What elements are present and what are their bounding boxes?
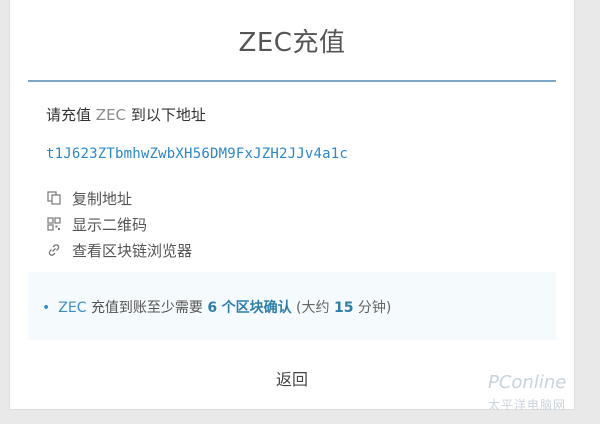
confirm-text: 个区块确认 <box>221 300 292 316</box>
watermark-sub: 太平洋电脑网 <box>488 398 567 412</box>
pconline-watermark: PConline 太平洋电脑网 <box>466 362 600 424</box>
copy-address-button[interactable]: 复制地址 <box>46 186 192 210</box>
show-qrcode-button[interactable]: 显示二维码 <box>46 212 192 236</box>
approx-text: (大约 <box>296 300 330 316</box>
notice-line: • ZEC 充值到账至少需要 6 个区块确认 (大约 15 分钟) <box>42 297 391 317</box>
prompt-prefix: 请充值 <box>46 106 92 124</box>
minutes-value: 15 <box>333 300 354 316</box>
modal-title: ZEC充值 <box>238 28 346 58</box>
copy-address-label: 复制地址 <box>72 189 133 208</box>
prompt-suffix: 到以下地址 <box>130 106 206 124</box>
notice-coin: ZEC <box>58 300 87 316</box>
title-divider <box>28 80 556 82</box>
copy-icon <box>46 190 62 206</box>
confirm-count: 6 <box>207 300 218 316</box>
deposit-prompt: 请充值 ZEC 到以下地址 <box>46 104 206 125</box>
notice-bullet: • <box>42 300 51 316</box>
minutes-unit: 分钟) <box>357 300 392 316</box>
deposit-address[interactable]: t1J623ZTbmhwZwbXH56DM9FxJZH2JJv4a1c <box>46 146 348 162</box>
confirmation-notice: • ZEC 充值到账至少需要 6 个区块确认 (大约 15 分钟) <box>28 272 556 340</box>
qrcode-icon <box>46 216 62 232</box>
prompt-coin: ZEC <box>95 106 127 124</box>
view-explorer-button[interactable]: 查看区块链浏览器 <box>46 238 192 262</box>
watermark-brand: PConline <box>488 372 567 393</box>
link-icon <box>46 242 62 258</box>
show-qrcode-label: 显示二维码 <box>72 215 148 234</box>
address-actions: 复制地址 显示二维码 查看区块链浏览器 <box>46 186 192 264</box>
view-explorer-label: 查看区块链浏览器 <box>72 241 193 260</box>
deposit-modal: ZEC充值 请充值 ZEC 到以下地址 t1J623ZTbmhwZwbXH56D… <box>9 0 575 410</box>
notice-text: 充值到账至少需要 <box>90 300 203 316</box>
